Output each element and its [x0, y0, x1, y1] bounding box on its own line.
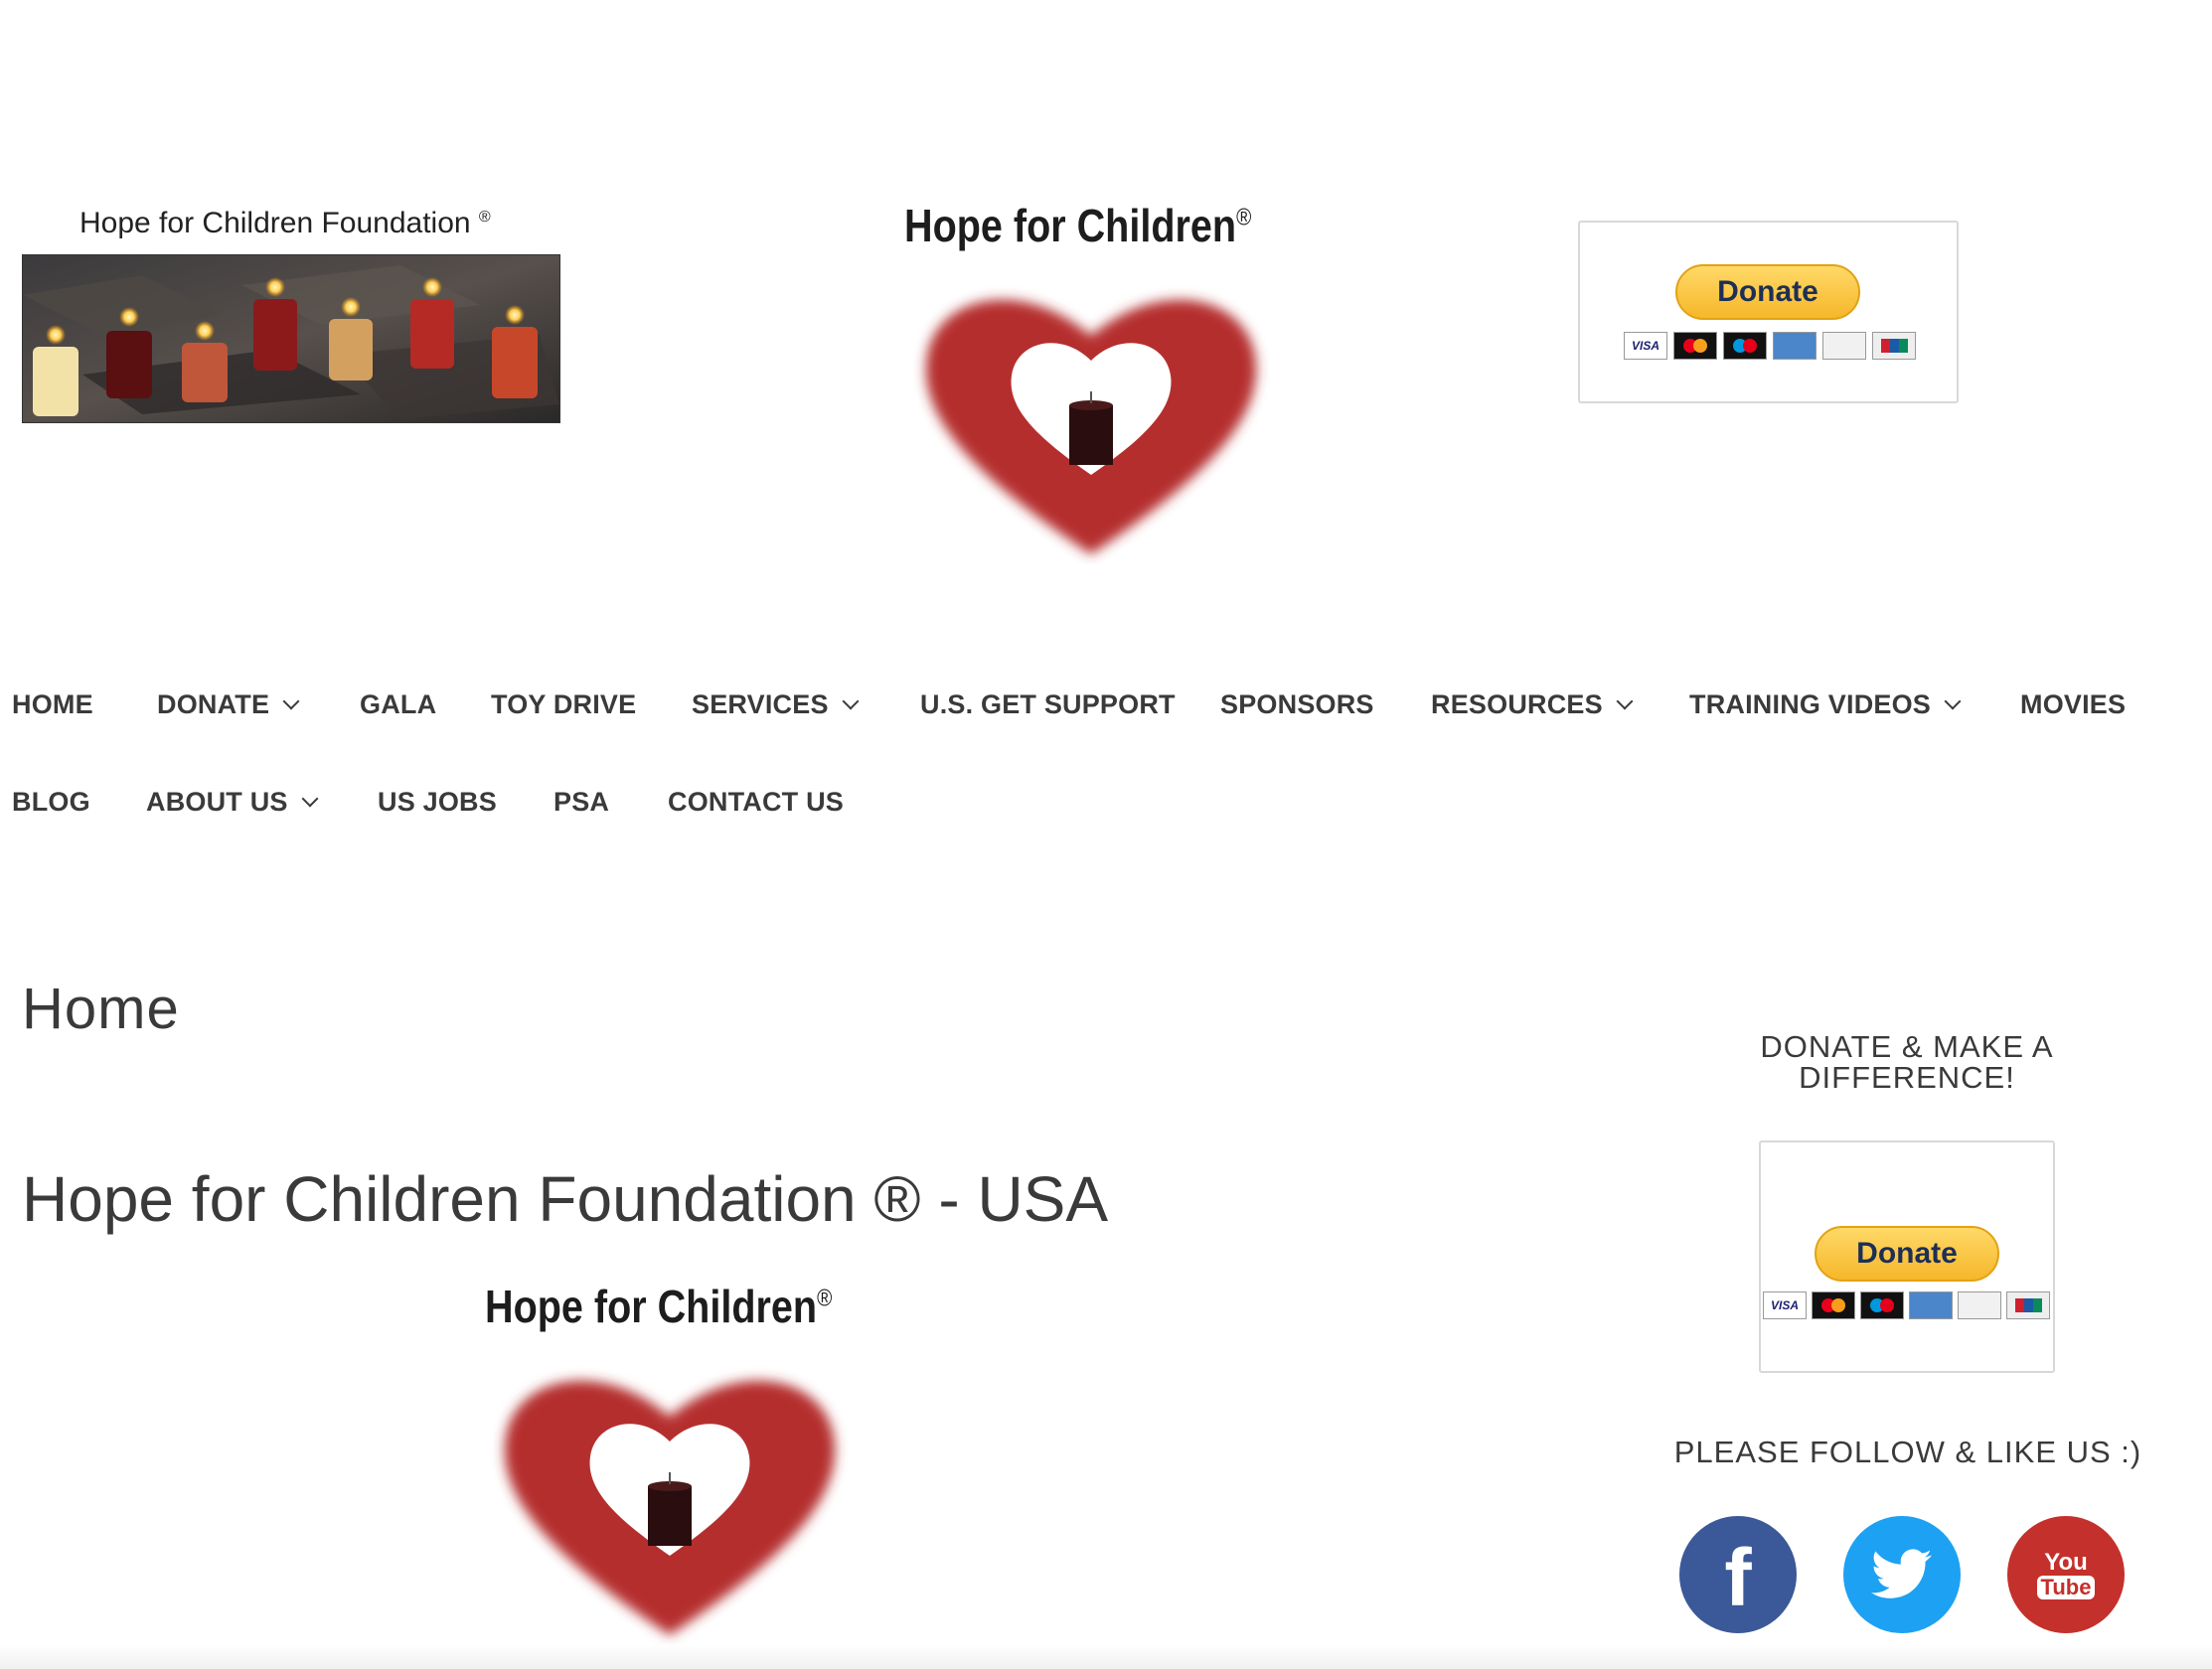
content-logo-image: Hope for Children® [481, 1280, 898, 1647]
amex-card-icon [1773, 332, 1817, 360]
donate-widget-title: DONATE & MAKE A DIFFERENCE! [1760, 1029, 2054, 1095]
nav-us-jobs[interactable]: US JOBS [378, 787, 497, 818]
sidebar-paypal-donate-widget: Donate VISA [1759, 1140, 2055, 1373]
paypal-donate-widget: Donate VISA [1578, 221, 1959, 403]
chevron-down-icon [1944, 692, 1962, 709]
entry-title: Hope for Children Foundation ® - USA [22, 1163, 1109, 1235]
twitter-icon[interactable] [1843, 1516, 1961, 1633]
mastercard-icon [1673, 332, 1717, 360]
chevron-down-icon [282, 692, 300, 709]
candles-photo [22, 254, 560, 423]
unionpay-card-icon [2006, 1291, 2050, 1319]
youtube-icon[interactable]: You Tube [2007, 1516, 2125, 1633]
unionpay-card-icon [1872, 332, 1916, 360]
maestro-icon [1860, 1291, 1904, 1319]
nav-us-get-support[interactable]: U.S. GET SUPPORT [920, 689, 1176, 720]
payment-cards: VISA [1624, 332, 1916, 360]
maestro-icon [1723, 332, 1767, 360]
visa-card-icon: VISA [1763, 1291, 1807, 1319]
site-logo[interactable]: Hope for Children® [894, 199, 1312, 568]
header-banner[interactable]: Hope for Children Foundation ® [22, 207, 560, 425]
nav-blog[interactable]: BLOG [12, 787, 90, 818]
donate-button[interactable]: Donate [1675, 264, 1860, 320]
nav-sponsors[interactable]: SPONSORS [1220, 689, 1374, 720]
banner-title: Hope for Children Foundation ® [79, 207, 491, 239]
nav-psa[interactable]: PSA [553, 787, 609, 818]
visa-card-icon: VISA [1624, 332, 1667, 360]
nav-contact-us[interactable]: CONTACT US [668, 787, 844, 818]
heart-candle-icon [504, 1380, 836, 1635]
sidebar-donate-button[interactable]: Donate [1815, 1226, 1999, 1282]
logo-title: Hope for Children® [485, 1281, 833, 1332]
nav-services[interactable]: SERVICES [692, 689, 860, 720]
nav-toy-drive[interactable]: TOY DRIVE [491, 689, 636, 720]
follow-widget-title: PLEASE FOLLOW & LIKE US :) [1673, 1435, 2142, 1469]
facebook-icon[interactable]: f [1679, 1516, 1797, 1633]
payment-cards: VISA [1763, 1291, 2050, 1319]
nav-home[interactable]: HOME [12, 689, 93, 720]
logo-title: Hope for Children® [904, 200, 1252, 251]
nav-gala[interactable]: GALA [360, 689, 436, 720]
mastercard-icon [1812, 1291, 1855, 1319]
chevron-down-icon [301, 790, 319, 807]
nav-training-videos[interactable]: TRAINING VIDEOS [1689, 689, 1962, 720]
page-bottom-fade [0, 1644, 2212, 1669]
page-title: Home [22, 977, 180, 1041]
nav-resources[interactable]: RESOURCES [1431, 689, 1634, 720]
discover-card-icon [1822, 332, 1866, 360]
nav-about-us[interactable]: ABOUT US [146, 787, 319, 818]
nav-donate[interactable]: DONATE [157, 689, 300, 720]
amex-card-icon [1909, 1291, 1953, 1319]
heart-candle-icon [925, 299, 1257, 554]
nav-movies[interactable]: MOVIES [2020, 689, 2126, 720]
discover-card-icon [1958, 1291, 2001, 1319]
chevron-down-icon [1616, 692, 1634, 709]
chevron-down-icon [842, 692, 860, 709]
